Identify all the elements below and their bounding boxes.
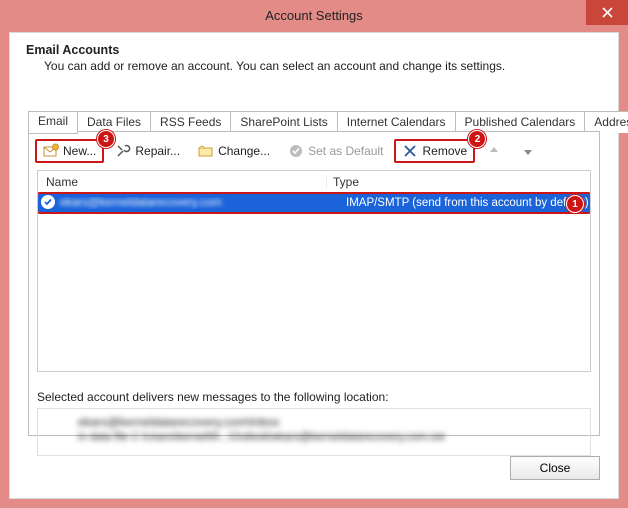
- delivery-location-box: ekars@kerneldatarecovery.com\Inbox in da…: [37, 408, 591, 456]
- close-button[interactable]: Close: [510, 456, 600, 480]
- repair-button[interactable]: Repair...: [108, 140, 187, 162]
- repair-button-label: Repair...: [135, 144, 180, 158]
- tab-internet-calendars[interactable]: Internet Calendars: [337, 111, 456, 133]
- tab-sharepoint-lists[interactable]: SharePoint Lists: [230, 111, 337, 133]
- delivery-line1: ekars@kerneldatarecovery.com\Inbox: [78, 415, 582, 429]
- account-type-cell: IMAP/SMTP (send from this account by def…: [340, 197, 590, 209]
- tab-content: New... 3 Repair... Change...: [28, 131, 600, 436]
- new-button-label: New...: [63, 144, 96, 158]
- window-title: Account Settings: [265, 8, 363, 23]
- remove-button-label: Remove: [422, 144, 467, 158]
- arrow-down-icon: [520, 143, 536, 159]
- change-button[interactable]: Change...: [191, 140, 277, 162]
- set-default-button: Set as Default: [281, 140, 390, 162]
- set-default-button-label: Set as Default: [308, 144, 383, 158]
- column-header-type[interactable]: Type: [327, 175, 590, 189]
- account-row[interactable]: ekars@kerneldatarecovery.com IMAP/SMTP (…: [38, 194, 590, 212]
- x-icon: [402, 143, 418, 159]
- list-header: Name Type: [38, 171, 590, 194]
- header-subtitle: You can add or remove an account. You ca…: [44, 59, 602, 73]
- header: Email Accounts You can add or remove an …: [10, 33, 618, 79]
- dialog-footer: Close: [510, 456, 600, 480]
- toolbar: New... 3 Repair... Change...: [29, 132, 599, 166]
- remove-button[interactable]: Remove: [394, 139, 475, 163]
- mail-new-icon: [43, 143, 59, 159]
- dialog-panel: Email Accounts You can add or remove an …: [9, 32, 619, 499]
- header-title: Email Accounts: [26, 43, 602, 57]
- window-close-button[interactable]: [586, 0, 628, 25]
- folder-change-icon: [198, 143, 214, 159]
- move-down-button: [513, 140, 543, 162]
- new-button[interactable]: New...: [35, 139, 104, 163]
- tab-email[interactable]: Email: [28, 111, 78, 134]
- tools-icon: [115, 143, 131, 159]
- account-list: Name Type ekars@kerneldatarecovery.com I…: [37, 170, 591, 372]
- account-name-cell: ekars@kerneldatarecovery.com: [38, 197, 340, 209]
- tab-rss-feeds[interactable]: RSS Feeds: [150, 111, 231, 133]
- annotation-badge-1: 1: [566, 195, 584, 213]
- change-button-label: Change...: [218, 144, 270, 158]
- delivery-section: Selected account delivers new messages t…: [37, 390, 591, 404]
- move-up-button: [479, 140, 509, 162]
- tab-address-books[interactable]: Address Books: [584, 111, 628, 133]
- tab-strip: Email Data Files RSS Feeds SharePoint Li…: [28, 111, 600, 131]
- tab-data-files[interactable]: Data Files: [77, 111, 151, 133]
- column-header-name[interactable]: Name: [38, 175, 327, 189]
- delivery-text: Selected account delivers new messages t…: [37, 390, 591, 404]
- check-circle-icon: [288, 143, 304, 159]
- title-bar: Account Settings: [0, 0, 628, 32]
- arrow-up-icon: [486, 143, 502, 159]
- delivery-line2: in data file C:\Users\kernel95...\Outloo…: [78, 431, 582, 443]
